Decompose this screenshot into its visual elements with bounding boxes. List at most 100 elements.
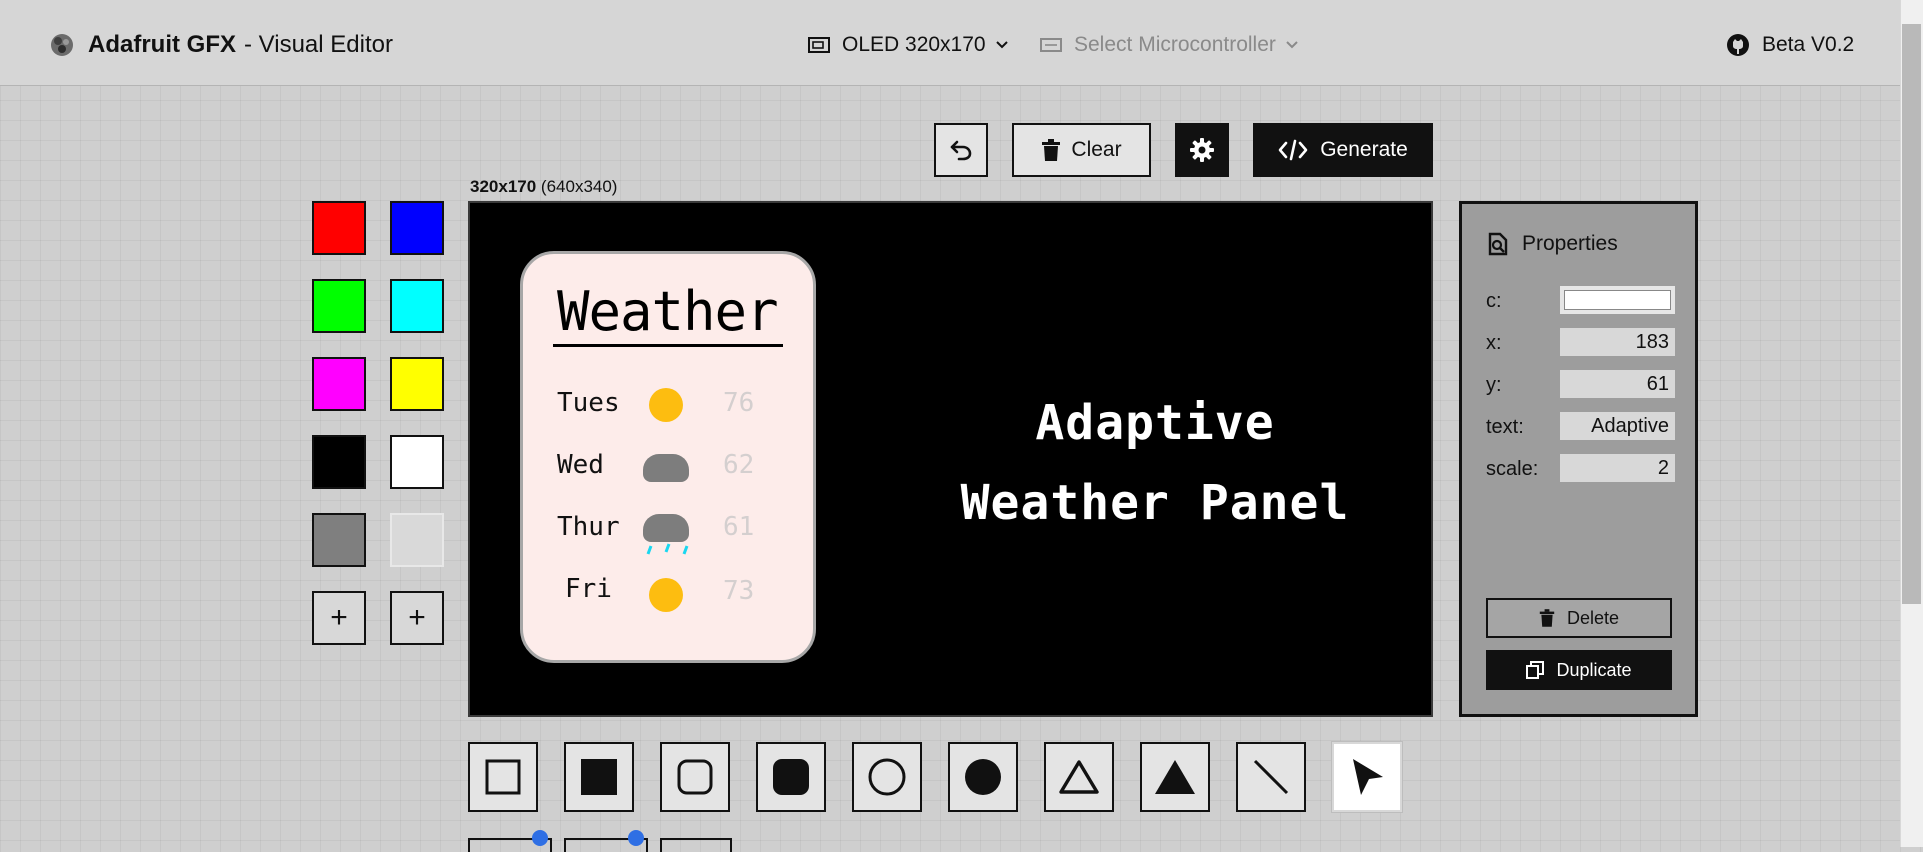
extra-slider[interactable] [660,838,732,852]
prop-x-input[interactable]: 183 [1560,328,1675,356]
tool-rounded-rect-outline[interactable] [660,742,730,812]
chevron-down-icon [995,41,1008,49]
add-color-button[interactable]: + [312,591,366,645]
tool-triangle-outline[interactable] [1044,742,1114,812]
card-title-underline[interactable] [553,344,783,347]
color-swatch-gray[interactable] [312,513,366,567]
panel-text-line-2[interactable]: Weather Panel [890,463,1420,543]
rectangle-filled-icon [581,759,617,795]
card-title[interactable]: Weather [557,280,779,343]
clear-label: Clear [1071,138,1122,161]
rain-cloud-icon[interactable] [643,514,689,542]
tool-triangle-filled[interactable] [1140,742,1210,812]
color-swatch-red[interactable] [312,201,366,255]
app-brand[interactable]: Adafruit GFX - Visual Editor [50,28,393,62]
prop-text-label: text: [1486,416,1524,438]
prop-c-label: c: [1486,290,1502,312]
tool-rectangle-filled[interactable] [564,742,634,812]
day-label-thur[interactable]: Thur [557,512,620,542]
prop-scale-input[interactable]: 2 [1560,454,1675,482]
day-label-fri[interactable]: Fri [565,574,612,604]
line-icon [1253,759,1289,795]
sun-icon[interactable] [649,388,683,422]
sun-icon[interactable] [649,578,683,612]
prop-color-field[interactable] [1560,286,1675,314]
day-label-wed[interactable]: Wed [557,450,604,480]
stroke-slider-handle[interactable] [532,830,548,846]
undo-button[interactable] [934,123,988,177]
triangle-outline-icon [1059,760,1099,794]
version-label: Beta V0.2 [1762,33,1855,56]
properties-title: Properties [1522,232,1618,255]
temp-fri[interactable]: 73 [723,576,754,606]
properties-header: Properties [1486,232,1618,256]
color-preview [1564,290,1671,310]
duplicate-button[interactable]: Duplicate [1486,650,1672,690]
tool-rectangle-outline[interactable] [468,742,538,812]
generate-button[interactable]: Generate [1253,123,1433,177]
display-select-value: OLED 320x170 [842,33,986,56]
gear-icon [1190,138,1214,162]
color-swatch-black[interactable] [312,435,366,489]
rounded-rect-outline-icon [677,759,713,795]
day-label-tues[interactable]: Tues [557,388,620,418]
chevron-down-icon [1286,41,1298,49]
add-color-button[interactable]: + [390,591,444,645]
color-swatch-yellow[interactable] [390,357,444,411]
microcontroller-icon [1040,38,1062,52]
tool-circle-filled[interactable] [948,742,1018,812]
github-version-link[interactable]: Beta V0.2 [1726,28,1854,62]
microcontroller-select-value: Select Microcontroller [1074,33,1276,56]
display-select[interactable]: OLED 320x170 [808,28,1008,62]
app-name: Adafruit GFX [88,31,236,58]
canvas-scaled-size: (640x340) [540,177,618,196]
display-icon [808,37,830,53]
circle-outline-icon [868,758,906,796]
prop-text-input[interactable]: Adaptive [1560,412,1675,440]
microcontroller-select[interactable]: Select Microcontroller [1040,28,1298,62]
color-swatch-blue[interactable] [390,201,444,255]
prop-y-label: y: [1486,374,1502,396]
duplicate-label: Duplicate [1556,659,1632,680]
tool-line[interactable] [1236,742,1306,812]
panel-title-text[interactable]: Adaptive Weather Panel [890,383,1420,543]
temp-wed[interactable]: 62 [723,450,754,480]
prop-scale-label: scale: [1486,458,1539,480]
cloud-icon[interactable] [643,454,689,482]
trash-icon [1539,609,1555,627]
properties-icon [1488,232,1508,256]
properties-panel: Properties c: x: 183 y: 61 text: Adaptiv… [1459,201,1698,717]
color-swatch-green[interactable] [312,279,366,333]
color-swatch-white[interactable] [390,435,444,489]
rain-drops-icon [646,543,689,555]
pointer-icon [1353,759,1383,795]
rounded-rect-filled-icon [773,759,809,795]
tool-rounded-rect-filled[interactable] [756,742,826,812]
drawing-canvas[interactable]: Weather Tues 76 Wed 62 Thur 61 Fri 73 Ad… [468,201,1433,717]
prop-y-input[interactable]: 61 [1560,370,1675,398]
color-swatch-light-gray[interactable] [390,513,444,567]
delete-button[interactable]: Delete [1486,598,1672,638]
tool-circle-outline[interactable] [852,742,922,812]
weather-card[interactable]: Weather Tues 76 Wed 62 Thur 61 Fri 73 [520,251,816,663]
canvas-size: 320x170 [470,177,537,196]
panel-text-line-1[interactable]: Adaptive [890,383,1420,463]
code-icon [1278,139,1308,161]
clear-button[interactable]: Clear [1012,123,1151,177]
settings-button[interactable] [1175,123,1229,177]
temp-thur[interactable]: 61 [723,512,754,542]
app-subtitle: - Visual Editor [244,31,393,58]
app-header: Adafruit GFX - Visual Editor OLED 320x17… [0,0,1900,86]
color-swatch-magenta[interactable] [312,357,366,411]
canvas-size-label: 320x170 (640x340) [470,177,617,197]
github-icon [1727,34,1749,56]
radius-slider-handle[interactable] [628,830,644,846]
adafruit-logo-icon [51,34,73,56]
circle-filled-icon [965,759,1001,795]
rectangle-outline-icon [485,759,521,795]
prop-x-label: x: [1486,332,1502,354]
color-swatch-cyan[interactable] [390,279,444,333]
temp-tues[interactable]: 76 [723,388,754,418]
scrollbar-thumb[interactable] [1902,24,1921,604]
tool-select-pointer[interactable] [1332,742,1402,812]
